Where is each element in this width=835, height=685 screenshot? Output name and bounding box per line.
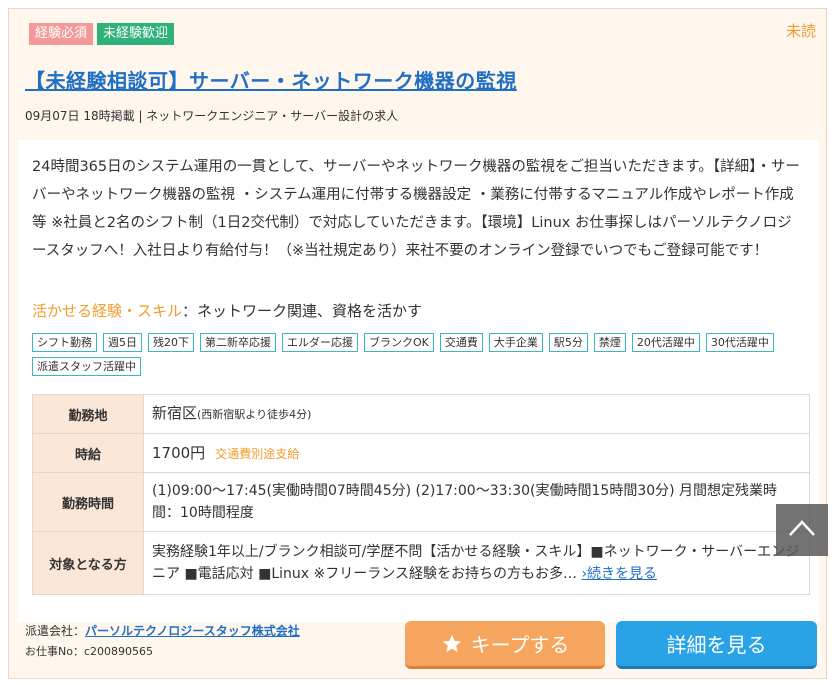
wage-label: 時給 xyxy=(32,433,144,473)
dispatch-company: 派遣会社：パーソルテクノロジースタッフ株式会社 xyxy=(25,622,300,639)
scroll-top-button[interactable] xyxy=(776,504,828,556)
target-value: 実務経験1年以上/ブランク相談可/学歴不問【活かせる経験・スキル】■ネットワーク… xyxy=(152,544,800,582)
job-info-table: 勤務地 新宿区(西新宿駅より徒歩4分) 時給 1700円 交通費別途支給 勤務時間… xyxy=(32,394,810,595)
skills-value: ：ネットワーク関連、資格を活かす xyxy=(182,302,423,320)
wage-cell: 1700円 交通費別途支給 xyxy=(143,433,810,473)
unread-label: 未読 xyxy=(785,22,816,40)
keep-button-label: キープする xyxy=(470,633,570,657)
info-row-target: 対象となる方 実務経験1年以上/ブランク相談可/学歴不問【活かせる経験・スキル】… xyxy=(32,531,810,595)
target-cell: 実務経験1年以上/ブランク相談可/学歴不問【活かせる経験・スキル】■ネットワーク… xyxy=(143,531,810,595)
location-label: 勤務地 xyxy=(32,394,144,434)
location-main: 新宿区 xyxy=(152,404,198,422)
detail-button-label: 詳細を見る xyxy=(666,633,767,657)
job-meta: 09月07日 18時掲載 | ネットワークエンジニア・サーバー設計の求人 xyxy=(25,109,399,123)
hours-label: 勤務時間 xyxy=(32,472,144,532)
skills-label: 活かせる経験・スキル xyxy=(32,302,183,320)
tag-item: 駅5分 xyxy=(548,333,588,352)
tag-item: 20代活躍中 xyxy=(631,333,700,352)
job-description: 24時間365日のシステム運用の一貫として、サーバーやネットワーク機器の監視をご… xyxy=(32,159,800,259)
tag-item: 交通費 xyxy=(439,333,483,352)
location-sub: (西新宿駅より徒歩4分) xyxy=(197,408,312,421)
info-row-hours: 勤務時間 (1)09:00〜17:45(実働時間07時間45分) (2)17:0… xyxy=(32,472,810,532)
tag-item: ブランクOK xyxy=(364,333,434,352)
tag-item: 第二新卒応援 xyxy=(200,333,276,352)
location-cell: 新宿区(西新宿駅より徒歩4分) xyxy=(143,394,810,434)
tag-item: 派遣スタッフ活躍中 xyxy=(32,357,141,376)
tag-item: 週5日 xyxy=(103,333,142,352)
job-title-link[interactable]: 【未経験相談可】サーバー・ネットワーク機器の監視 xyxy=(25,65,517,94)
tag-item: エルダー応援 xyxy=(282,333,358,352)
tag-item: シフト勤務 xyxy=(32,333,97,352)
tag-item: 禁煙 xyxy=(593,333,626,352)
skills-line: 活かせる経験・スキル：ネットワーク関連、資格を活かす xyxy=(32,300,422,321)
info-row-location: 勤務地 新宿区(西新宿駅より徒歩4分) xyxy=(32,394,810,434)
job-id: お仕事No：c200890565 xyxy=(25,645,153,658)
keep-button[interactable]: キープする xyxy=(405,621,605,669)
company-name-link[interactable]: パーソルテクノロジースタッフ株式会社 xyxy=(85,624,300,638)
tag-list: シフト勤務 週5日 残20下 第二新卒応援 エルダー応援 ブランクOK 交通費 … xyxy=(32,333,802,376)
detail-button[interactable]: 詳細を見る xyxy=(616,621,817,669)
tag-item: 30代活躍中 xyxy=(705,333,774,352)
wage-value: 1700円 xyxy=(152,443,206,462)
company-prefix: 派遣会社： xyxy=(25,624,86,638)
tag-item: 残20下 xyxy=(148,333,194,352)
tag-item: 大手企業 xyxy=(488,333,543,352)
hours-value: (1)09:00〜17:45(実働時間07時間45分) (2)17:00〜33:… xyxy=(143,472,810,532)
job-body: 24時間365日のシステム運用の一貫として、サーバーやネットワーク機器の監視をご… xyxy=(18,140,819,622)
target-label: 対象となる方 xyxy=(32,531,144,595)
badge-experience-required: 経験必須 xyxy=(29,23,94,45)
read-more-link[interactable]: ›続きを見る xyxy=(581,566,657,582)
chevron-up-icon xyxy=(788,518,816,542)
job-card: 経験必須 未経験歓迎 未読 【未経験相談可】サーバー・ネットワーク機器の監視 0… xyxy=(8,8,827,679)
info-row-wage: 時給 1700円 交通費別途支給 xyxy=(32,433,810,473)
wage-note: 交通費別途支給 xyxy=(215,446,300,461)
badge-inexperience-welcome: 未経験歓迎 xyxy=(97,23,175,45)
badge-group: 経験必須 未経験歓迎 xyxy=(29,23,175,45)
star-icon xyxy=(441,633,463,655)
